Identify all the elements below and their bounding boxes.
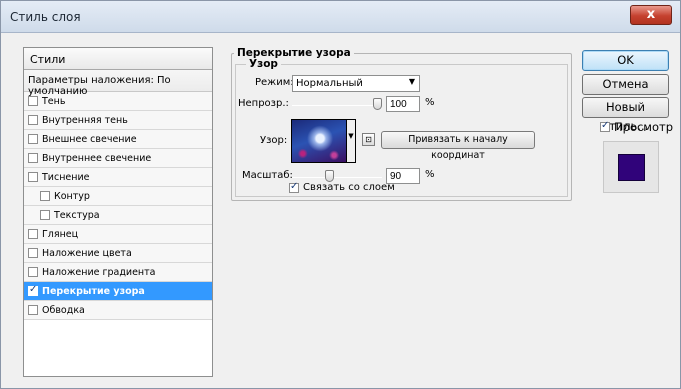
- inner-shadow-checkbox[interactable]: [28, 115, 38, 125]
- style-item-stroke[interactable]: Обводка: [24, 301, 212, 320]
- style-item-texture[interactable]: Текстура: [24, 206, 212, 225]
- scale-slider-track[interactable]: [292, 177, 382, 178]
- link-with-layer-checkbox[interactable]: [289, 181, 299, 193]
- style-item-label: Наложение цвета: [42, 247, 132, 259]
- preview-label: Просмотр: [614, 120, 674, 134]
- pattern-overlay-checkbox[interactable]: [28, 284, 38, 296]
- scale-unit: %: [425, 169, 435, 180]
- preview-checkbox[interactable]: [600, 120, 610, 132]
- style-item-inner-shadow[interactable]: Внутренняя тень: [24, 111, 212, 130]
- pattern-picker-swatch[interactable]: [291, 119, 347, 163]
- style-item-color-overlay[interactable]: Наложение цвета: [24, 244, 212, 263]
- style-item-contour[interactable]: Контур: [24, 187, 212, 206]
- scale-label: Масштаб:: [242, 170, 293, 181]
- opacity-input[interactable]: [386, 96, 420, 112]
- gradient-overlay-checkbox[interactable]: [28, 267, 38, 277]
- pattern-overlay-group: Перекрытие узора Узор Режим: Нормальный …: [231, 47, 572, 201]
- preview-swatch: [618, 154, 645, 181]
- outer-glow-checkbox[interactable]: [28, 134, 38, 144]
- pattern-picker-arrow-icon[interactable]: ▼: [347, 119, 356, 163]
- style-item-inner-glow[interactable]: Внутреннее свечение: [24, 149, 212, 168]
- texture-checkbox[interactable]: [40, 210, 50, 220]
- style-item-label: Внутренняя тень: [42, 114, 128, 126]
- title-bar[interactable]: Стиль слоя x: [1, 1, 680, 33]
- link-with-layer-label: Связать со слоем: [303, 182, 395, 193]
- snap-to-origin-button[interactable]: Привязать к началу координат: [381, 131, 535, 161]
- style-item-label: Наложение градиента: [42, 266, 156, 278]
- style-item-drop-shadow[interactable]: Тень: [24, 92, 212, 111]
- pattern-subgroup: Узор Режим: Нормальный ▼ Непрозр.: % Узо…: [235, 58, 568, 197]
- opacity-slider-thumb[interactable]: [373, 98, 382, 110]
- style-item-label: Тиснение: [42, 171, 90, 183]
- opacity-unit: %: [425, 97, 435, 108]
- cancel-button[interactable]: Отмена: [582, 74, 669, 95]
- preview-row[interactable]: Просмотр: [600, 120, 673, 134]
- mode-label: Режим:: [255, 77, 294, 88]
- subgroup-title: Узор: [246, 58, 281, 70]
- close-button[interactable]: x: [630, 5, 672, 25]
- style-item-label: Перекрытие узора: [42, 285, 145, 297]
- style-item-label: Обводка: [42, 304, 85, 316]
- drop-shadow-checkbox[interactable]: [28, 96, 38, 106]
- style-item-gradient-overlay[interactable]: Наложение градиента: [24, 263, 212, 282]
- link-with-layer-row[interactable]: Связать со слоем: [289, 181, 395, 193]
- window-title: Стиль слоя: [10, 10, 81, 24]
- bevel-emboss-checkbox[interactable]: [28, 172, 38, 182]
- style-preview: [603, 141, 659, 193]
- style-item-label: Глянец: [42, 228, 79, 240]
- style-item-satin[interactable]: Глянец: [24, 225, 212, 244]
- style-item-pattern-overlay[interactable]: Перекрытие узора: [24, 282, 212, 301]
- blending-options-item[interactable]: Параметры наложения: По умолчанию: [24, 70, 212, 97]
- style-item-label: Внешнее свечение: [42, 133, 137, 145]
- satin-checkbox[interactable]: [28, 229, 38, 239]
- styles-list: Стили Параметры наложения: По умолчанию …: [23, 47, 213, 377]
- style-item-label: Тень: [42, 95, 66, 107]
- style-item-label: Контур: [54, 190, 90, 202]
- inner-glow-checkbox[interactable]: [28, 153, 38, 163]
- styles-header[interactable]: Стили: [24, 48, 212, 70]
- color-overlay-checkbox[interactable]: [28, 248, 38, 258]
- opacity-label: Непрозр.:: [238, 98, 289, 109]
- opacity-slider-track[interactable]: [292, 105, 382, 106]
- blend-mode-value: Нормальный: [296, 78, 363, 89]
- stroke-checkbox[interactable]: [28, 305, 38, 315]
- layer-style-dialog: Стиль слоя x Стили Параметры наложения: …: [0, 0, 681, 389]
- pattern-label: Узор:: [260, 135, 288, 146]
- style-item-bevel-emboss[interactable]: Тиснение: [24, 168, 212, 187]
- contour-checkbox[interactable]: [40, 191, 50, 201]
- new-style-button[interactable]: Новый стиль...: [582, 97, 669, 133]
- style-item-outer-glow[interactable]: Внешнее свечение: [24, 130, 212, 149]
- style-item-label: Текстура: [54, 209, 100, 221]
- create-preset-icon[interactable]: ⊡: [362, 133, 375, 146]
- blend-mode-select[interactable]: Нормальный ▼: [292, 75, 420, 92]
- scale-slider-thumb[interactable]: [324, 170, 334, 182]
- style-item-label: Внутреннее свечение: [42, 152, 152, 164]
- ok-button[interactable]: OK: [582, 50, 669, 71]
- chevron-down-icon: ▼: [408, 77, 415, 86]
